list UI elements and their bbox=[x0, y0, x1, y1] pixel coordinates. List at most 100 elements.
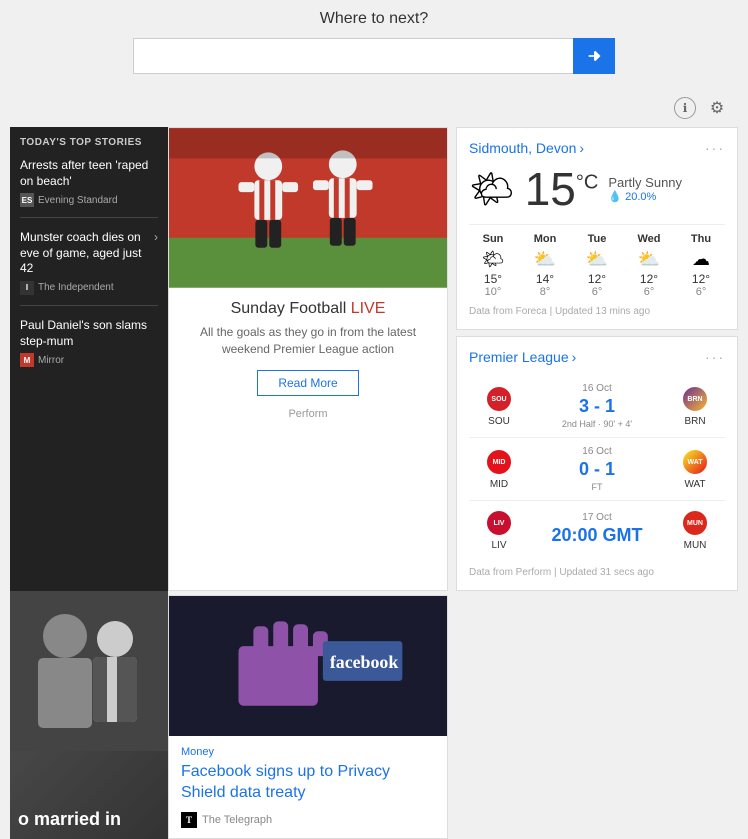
story-headline-2[interactable]: Munster coach dies on eve of game, aged … bbox=[20, 230, 154, 277]
home-badge: LIV bbox=[485, 509, 513, 537]
match-date: 16 Oct bbox=[529, 446, 665, 457]
story-item-2: Munster coach dies on eve of game, aged … bbox=[20, 230, 158, 306]
search-button[interactable] bbox=[573, 38, 615, 74]
forecast-lo: 6° bbox=[625, 286, 673, 298]
forecast-hi: 15° bbox=[469, 272, 517, 286]
facebook-svg: facebook bbox=[169, 596, 447, 736]
forecast-hi: 12° bbox=[573, 272, 621, 286]
chevron-icon-2: › bbox=[154, 230, 158, 244]
home-name: MID bbox=[490, 479, 508, 490]
location-chevron-icon: › bbox=[579, 140, 584, 156]
match-score: 3 - 1 bbox=[529, 396, 665, 417]
match-status: 2nd Half · 90' + 4' bbox=[529, 419, 665, 429]
weather-forecast: Sun 🌤 15° 10° Mon ⛅ 14° 8° Tue ⛅ 12° 6° … bbox=[469, 224, 725, 298]
forecast-icon: ⛅ bbox=[573, 249, 621, 270]
away-team: WAT WAT bbox=[665, 448, 725, 490]
forecast-icon: ☁ bbox=[677, 249, 725, 270]
away-badge: MUN bbox=[681, 509, 709, 537]
icons-row: ℹ ⚙ bbox=[0, 89, 748, 127]
facebook-article-source: T The Telegraph bbox=[181, 812, 435, 828]
league-chevron-icon: › bbox=[572, 349, 577, 365]
gear-icon[interactable]: ⚙ bbox=[706, 97, 728, 119]
match-score: 20:00 GMT bbox=[529, 525, 665, 546]
source-name-1: Evening Standard bbox=[38, 195, 118, 206]
es-logo: ES bbox=[20, 193, 34, 207]
arrow-right-icon bbox=[586, 48, 602, 64]
home-team: MID MID bbox=[469, 448, 529, 490]
forecast-lo: 6° bbox=[573, 286, 621, 298]
match-row: LIV LIV 17 Oct 20:00 GMT MUN MUN bbox=[469, 501, 725, 559]
football-image bbox=[169, 128, 447, 288]
away-name: WAT bbox=[684, 479, 705, 490]
facebook-article: facebook Money Facebook signs up to Priv… bbox=[168, 595, 448, 839]
celebrity-text: o married in bbox=[18, 809, 160, 831]
match-row: SOU SOU 16 Oct 3 - 1 2nd Half · 90' + 4'… bbox=[469, 375, 725, 438]
weather-temperature: 15°C bbox=[525, 163, 599, 215]
match-center: 16 Oct 0 - 1 FT bbox=[529, 446, 665, 492]
league-title[interactable]: Premier League › bbox=[469, 349, 576, 365]
forecast-day-name: Wed bbox=[625, 233, 673, 245]
story-headline-1[interactable]: Arrests after teen 'raped on beach' bbox=[20, 158, 158, 189]
forecast-day: Mon ⛅ 14° 8° bbox=[521, 233, 569, 298]
away-badge: WAT bbox=[681, 448, 709, 476]
story-source-3: M Mirror bbox=[20, 353, 158, 367]
weather-description: Partly Sunny bbox=[608, 175, 682, 190]
mirror-logo: M bbox=[20, 353, 34, 367]
weather-more-button[interactable]: ··· bbox=[705, 140, 725, 156]
forecast-icon: ⛅ bbox=[521, 249, 569, 270]
league-header: Premier League › ··· bbox=[469, 349, 725, 365]
away-badge: BRN bbox=[681, 385, 709, 413]
forecast-lo: 8° bbox=[521, 286, 569, 298]
away-name: MUN bbox=[684, 540, 707, 551]
search-row bbox=[0, 38, 748, 74]
search-input[interactable] bbox=[133, 38, 573, 74]
forecast-lo: 6° bbox=[677, 286, 725, 298]
away-name: BRN bbox=[684, 416, 705, 427]
read-more-button[interactable]: Read More bbox=[257, 370, 358, 396]
match-status: FT bbox=[529, 482, 665, 492]
info-icon[interactable]: ℹ bbox=[674, 97, 696, 119]
facebook-image: facebook bbox=[169, 596, 447, 736]
home-name: SOU bbox=[488, 416, 510, 427]
forecast-day-name: Thu bbox=[677, 233, 725, 245]
source-name-3: Mirror bbox=[38, 355, 64, 366]
weather-location[interactable]: Sidmouth, Devon › bbox=[469, 140, 584, 156]
home-badge: SOU bbox=[485, 385, 513, 413]
facebook-scene: facebook bbox=[169, 596, 447, 736]
weather-footer: Data from Foreca | Updated 13 mins ago bbox=[469, 306, 725, 317]
article-category[interactable]: Money bbox=[181, 746, 435, 758]
svg-text:facebook: facebook bbox=[330, 652, 399, 672]
facebook-article-title[interactable]: Facebook signs up to Privacy Shield data… bbox=[181, 762, 435, 804]
story-headline-3[interactable]: Paul Daniel's son slams step-mum bbox=[20, 318, 158, 349]
football-article: Sunday Football LIVE All the goals as th… bbox=[168, 127, 448, 591]
matches-container: SOU SOU 16 Oct 3 - 1 2nd Half · 90' + 4'… bbox=[469, 375, 725, 559]
forecast-hi: 12° bbox=[625, 272, 673, 286]
story-item-3: Paul Daniel's son slams step-mum M Mirro… bbox=[20, 318, 158, 377]
forecast-day-name: Sun bbox=[469, 233, 517, 245]
home-team: LIV LIV bbox=[469, 509, 529, 551]
home-name: LIV bbox=[491, 540, 506, 551]
forecast-day: Thu ☁ 12° 6° bbox=[677, 233, 725, 298]
story-source-2: I The Independent bbox=[20, 281, 158, 295]
league-footer: Data from Perform | Updated 31 secs ago bbox=[469, 567, 725, 578]
forecast-day: Tue ⛅ 12° 6° bbox=[573, 233, 621, 298]
match-center: 16 Oct 3 - 1 2nd Half · 90' + 4' bbox=[529, 383, 665, 429]
match-row: MID MID 16 Oct 0 - 1 FT WAT WAT bbox=[469, 438, 725, 501]
main-grid: TODAY'S TOP STORIES Arrests after teen '… bbox=[0, 127, 748, 839]
forecast-day-name: Tue bbox=[573, 233, 621, 245]
away-team: MUN MUN bbox=[665, 509, 725, 551]
forecast-day: Sun 🌤 15° 10° bbox=[469, 233, 517, 298]
forecast-day: Wed ⛅ 12° 6° bbox=[625, 233, 673, 298]
forecast-hi: 14° bbox=[521, 272, 569, 286]
away-team: BRN BRN bbox=[665, 385, 725, 427]
telegraph-logo: T bbox=[181, 812, 197, 828]
match-center: 17 Oct 20:00 GMT bbox=[529, 512, 665, 548]
league-more-button[interactable]: ··· bbox=[705, 349, 725, 365]
weather-icon: 🌤 bbox=[469, 168, 515, 210]
facebook-article-body: Money Facebook signs up to Privacy Shiel… bbox=[169, 736, 447, 838]
forecast-icon: 🌤 bbox=[469, 249, 517, 270]
home-team: SOU SOU bbox=[469, 385, 529, 427]
story-source-1: ES Evening Standard bbox=[20, 193, 158, 207]
weather-desc-block: Partly Sunny 💧 20.0% bbox=[608, 175, 682, 203]
match-date: 17 Oct bbox=[529, 512, 665, 523]
